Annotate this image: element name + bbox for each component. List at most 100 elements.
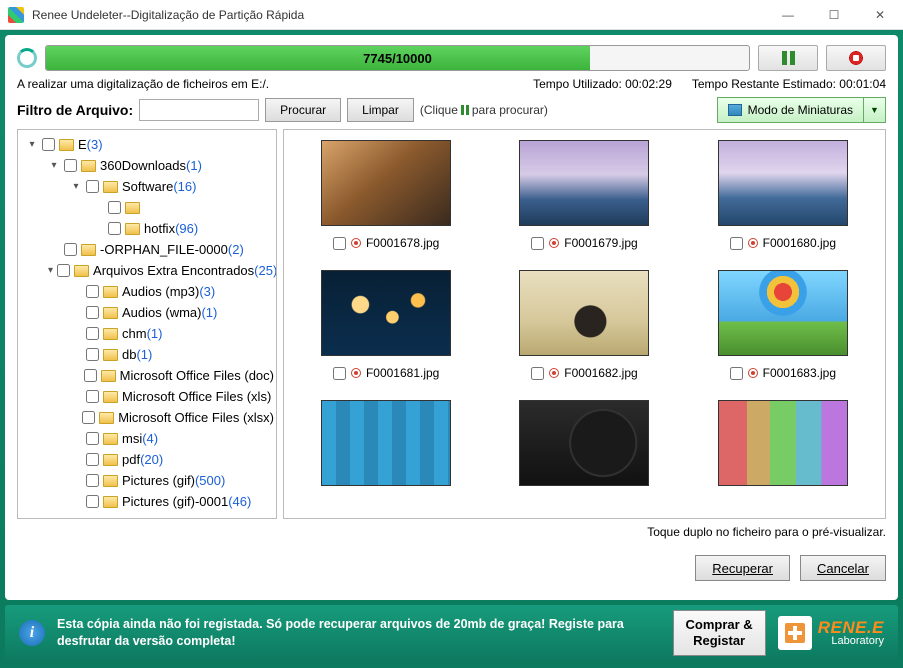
tree-checkbox[interactable] <box>84 369 97 382</box>
tree-item[interactable]: Microsoft Office Files (doc) <box>20 365 274 386</box>
tree-item-count: (96) <box>175 221 198 236</box>
tree-checkbox[interactable] <box>108 222 121 235</box>
thumbnail-item[interactable]: F0001681.jpg <box>294 270 478 380</box>
tree-item[interactable]: chm (1) <box>20 323 274 344</box>
thumbnail-filename: F0001682.jpg <box>564 366 637 380</box>
tree-item[interactable]: Audios (wma) (1) <box>20 302 274 323</box>
tree-item[interactable]: Pictures (gif)-0001 (46) <box>20 491 274 512</box>
tree-checkbox[interactable] <box>86 432 99 445</box>
tree-item[interactable]: Microsoft Office Files (xlsx) <box>20 407 274 428</box>
thumbnail-item[interactable] <box>492 400 676 486</box>
footer-text: Esta cópia ainda não foi registada. Só p… <box>57 616 661 650</box>
folder-tree[interactable]: ▾E (3)▾360Downloads (1)▾Software (16) hot… <box>17 129 277 519</box>
tree-item[interactable]: ▾Software (16) <box>20 176 274 197</box>
folder-icon <box>99 412 114 424</box>
thumbnail-image[interactable] <box>321 270 451 356</box>
thumbnail-item[interactable]: F0001678.jpg <box>294 140 478 250</box>
tree-checkbox[interactable] <box>86 453 99 466</box>
tree-item[interactable]: pdf (20) <box>20 449 274 470</box>
thumbnail-checkbox[interactable] <box>333 367 346 380</box>
tree-item[interactable]: ▾E (3) <box>20 134 274 155</box>
tree-checkbox[interactable] <box>86 474 99 487</box>
tree-checkbox[interactable] <box>57 264 70 277</box>
tree-item-count: (1) <box>136 347 152 362</box>
close-button[interactable]: ✕ <box>857 0 903 30</box>
expander-icon[interactable]: ▾ <box>48 160 60 171</box>
thumbnail-image[interactable] <box>519 400 649 486</box>
tree-checkbox[interactable] <box>86 285 99 298</box>
folder-icon <box>101 370 116 382</box>
thumbnail-filename: F0001681.jpg <box>366 366 439 380</box>
stop-button[interactable] <box>826 45 886 71</box>
lock-icon <box>549 238 559 248</box>
minimize-button[interactable]: — <box>765 0 811 30</box>
thumbnail-item[interactable]: F0001680.jpg <box>691 140 875 250</box>
thumbnail-pane[interactable]: F0001678.jpg F0001679.jpg F0001680.jpg F000… <box>283 129 886 519</box>
pause-button[interactable] <box>758 45 818 71</box>
buy-register-button[interactable]: Comprar &Registar <box>673 610 766 655</box>
elapsed-time: Tempo Utilizado: 00:02:29 <box>533 77 672 91</box>
thumbnail-checkbox[interactable] <box>730 237 743 250</box>
view-mode-dropdown[interactable] <box>864 97 886 123</box>
tree-checkbox[interactable] <box>82 411 95 424</box>
tree-item[interactable]: Microsoft Office Files (xls) <box>20 386 274 407</box>
tree-item[interactable]: ▾360Downloads (1) <box>20 155 274 176</box>
tree-item[interactable] <box>20 197 274 218</box>
filter-input[interactable] <box>139 99 259 121</box>
thumbnail-item[interactable] <box>294 400 478 486</box>
thumbnail-image[interactable] <box>321 140 451 226</box>
tree-item[interactable]: msi (4) <box>20 428 274 449</box>
tree-checkbox[interactable] <box>64 243 77 256</box>
view-mode-button[interactable]: Modo de Miniaturas <box>717 97 864 123</box>
pause-icon <box>782 51 795 65</box>
tree-item[interactable]: Pictures (gif) (500) <box>20 470 274 491</box>
thumbnail-filename: F0001680.jpg <box>763 236 836 250</box>
thumbnail-item[interactable]: F0001682.jpg <box>492 270 676 380</box>
thumbnail-item[interactable] <box>691 400 875 486</box>
stop-icon <box>848 50 864 66</box>
thumbnail-checkbox[interactable] <box>730 367 743 380</box>
thumbnail-image[interactable] <box>718 270 848 356</box>
tree-checkbox[interactable] <box>86 180 99 193</box>
thumbnail-item[interactable]: F0001683.jpg <box>691 270 875 380</box>
tree-checkbox[interactable] <box>86 495 99 508</box>
tree-item[interactable]: Audios (mp3) (3) <box>20 281 274 302</box>
thumbnail-image[interactable] <box>321 400 451 486</box>
expander-icon[interactable]: ▾ <box>70 181 82 192</box>
tree-checkbox[interactable] <box>42 138 55 151</box>
tree-item[interactable]: db (1) <box>20 344 274 365</box>
tree-item-count: (25) <box>254 263 277 278</box>
tree-checkbox[interactable] <box>108 201 121 214</box>
tree-checkbox[interactable] <box>86 390 99 403</box>
tree-item[interactable]: hotfix (96) <box>20 218 274 239</box>
cancel-button[interactable]: Cancelar <box>800 555 886 581</box>
tree-item[interactable]: -ORPHAN_FILE-0000 (2) <box>20 239 274 260</box>
tree-item-count: (3) <box>199 284 215 299</box>
thumbnail-caption: F0001679.jpg <box>531 236 637 250</box>
thumbnail-item[interactable]: F0001679.jpg <box>492 140 676 250</box>
thumbnail-checkbox[interactable] <box>333 237 346 250</box>
thumbnail-filename: F0001678.jpg <box>366 236 439 250</box>
folder-icon <box>125 202 140 214</box>
tree-item-count: (1) <box>186 158 202 173</box>
folder-icon <box>125 223 140 235</box>
thumbnail-image[interactable] <box>718 400 848 486</box>
tree-checkbox[interactable] <box>86 306 99 319</box>
thumbnail-checkbox[interactable] <box>531 367 544 380</box>
thumbnail-checkbox[interactable] <box>531 237 544 250</box>
tree-checkbox[interactable] <box>64 159 77 172</box>
filter-label: Filtro de Arquivo: <box>17 102 133 118</box>
recover-button[interactable]: Recuperar <box>695 555 790 581</box>
thumbnail-image[interactable] <box>519 140 649 226</box>
search-button[interactable]: Procurar <box>265 98 341 122</box>
maximize-button[interactable]: ☐ <box>811 0 857 30</box>
tree-checkbox[interactable] <box>86 327 99 340</box>
thumbnail-image[interactable] <box>519 270 649 356</box>
tree-item-count: (16) <box>173 179 196 194</box>
thumbnail-image[interactable] <box>718 140 848 226</box>
tree-item[interactable]: ▾Arquivos Extra Encontrados (25) <box>20 260 274 281</box>
expander-icon[interactable]: ▾ <box>48 265 53 276</box>
expander-icon[interactable]: ▾ <box>26 139 38 150</box>
tree-checkbox[interactable] <box>86 348 99 361</box>
clear-button[interactable]: Limpar <box>347 98 414 122</box>
